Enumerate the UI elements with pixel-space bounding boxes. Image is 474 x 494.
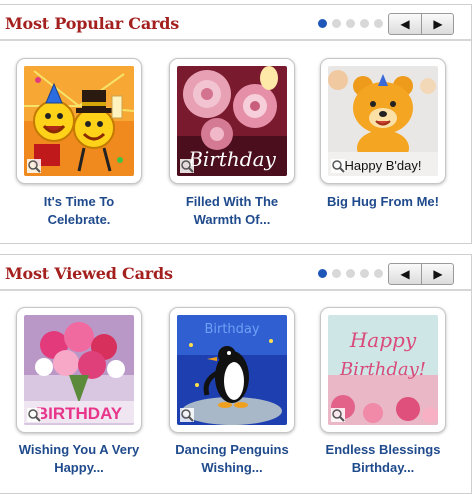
section-header: Most Viewed Cards ◀ ▶ [0, 255, 471, 291]
thumb-text: Happy B'day! [345, 158, 422, 173]
caption-line: Wishing... [201, 460, 263, 475]
card-thumbnail: Happy Birthday! [328, 315, 438, 425]
zoom-icon[interactable] [27, 159, 41, 173]
chevron-left-icon: ◀ [400, 267, 410, 281]
page-dot-2[interactable] [332, 19, 341, 28]
previous-button[interactable]: ◀ [389, 14, 422, 34]
card-filled-with-the-warmth[interactable]: Birthday [169, 58, 295, 184]
caption-line: Happy... [54, 460, 104, 475]
zoom-icon[interactable] [331, 159, 345, 173]
caption-line: Dancing Penguins [175, 442, 289, 457]
zoom-icon[interactable] [27, 408, 41, 422]
next-button[interactable]: ▶ [422, 14, 453, 34]
card-caption[interactable]: Dancing Penguins Wishing... [157, 441, 307, 477]
chevron-right-icon: ▶ [433, 17, 443, 31]
section-title: Most Popular Cards [5, 14, 180, 33]
thumb-text: Birthday [204, 322, 259, 337]
card-thumbnail: Birthday [177, 315, 287, 425]
card-caption[interactable]: Filled With The Warmth Of... [157, 193, 307, 229]
caption-line: Celebrate. [47, 212, 111, 227]
zoom-icon[interactable] [180, 159, 194, 173]
card-caption[interactable]: It's Time To Celebrate. [4, 193, 154, 229]
chevron-right-icon: ▶ [433, 267, 443, 281]
page-dot-3[interactable] [346, 19, 355, 28]
thumb-text: Birthday! [339, 359, 426, 380]
caption-line: Warmth Of... [193, 212, 271, 227]
card-big-hug-from-me[interactable]: Happy B'day! [320, 58, 446, 184]
thumb-text: BIRTHDAY [36, 404, 123, 423]
zoom-icon[interactable] [331, 408, 345, 422]
page-dot-1[interactable] [318, 269, 327, 278]
caption-line: Endless Blessings [325, 442, 441, 457]
caption-line: It's Time To [43, 194, 115, 209]
chevron-left-icon: ◀ [400, 17, 410, 31]
zoom-icon[interactable] [180, 408, 194, 422]
card-its-time-to-celebrate[interactable] [16, 58, 142, 184]
most-viewed-section: Most Viewed Cards ◀ ▶ BIRTHDAY Wishing Y… [0, 254, 472, 494]
page-dot-4[interactable] [360, 19, 369, 28]
card-thumbnail: Birthday [177, 66, 287, 176]
caption-line: Wishing You A Very [18, 442, 140, 457]
card-caption[interactable]: Endless Blessings Birthday... [308, 441, 458, 477]
card-thumbnail: BIRTHDAY [24, 315, 134, 425]
previous-button[interactable]: ◀ [389, 264, 422, 284]
thumb-text: Birthday [187, 147, 276, 171]
page-dot-3[interactable] [346, 269, 355, 278]
thumb-text: Happy [349, 328, 417, 352]
card-thumbnail: Happy B'day! [328, 66, 438, 176]
page-dot-4[interactable] [360, 269, 369, 278]
section-header: Most Popular Cards ◀ ▶ [0, 5, 471, 41]
page-dot-1[interactable] [318, 19, 327, 28]
card-thumbnail [24, 66, 134, 176]
card-caption[interactable]: Big Hug From Me! [308, 193, 458, 211]
card-endless-blessings-birthday[interactable]: Happy Birthday! [320, 307, 446, 433]
section-title: Most Viewed Cards [5, 264, 173, 283]
page-dot-5[interactable] [374, 269, 383, 278]
caption-line: Big Hug From Me! [327, 194, 439, 209]
card-wishing-you-a-very-happy[interactable]: BIRTHDAY [16, 307, 142, 433]
card-dancing-penguins-wishing[interactable]: Birthday [169, 307, 295, 433]
next-button[interactable]: ▶ [422, 264, 453, 284]
card-caption[interactable]: Wishing You A Very Happy... [4, 441, 154, 477]
page-dot-2[interactable] [332, 269, 341, 278]
pager: ◀ ▶ [388, 263, 454, 285]
page-dot-5[interactable] [374, 19, 383, 28]
caption-line: Filled With The [185, 194, 279, 209]
pager: ◀ ▶ [388, 13, 454, 35]
caption-line: Birthday... [351, 460, 415, 475]
most-popular-section: Most Popular Cards ◀ ▶ It's Time To Cele… [0, 4, 472, 244]
